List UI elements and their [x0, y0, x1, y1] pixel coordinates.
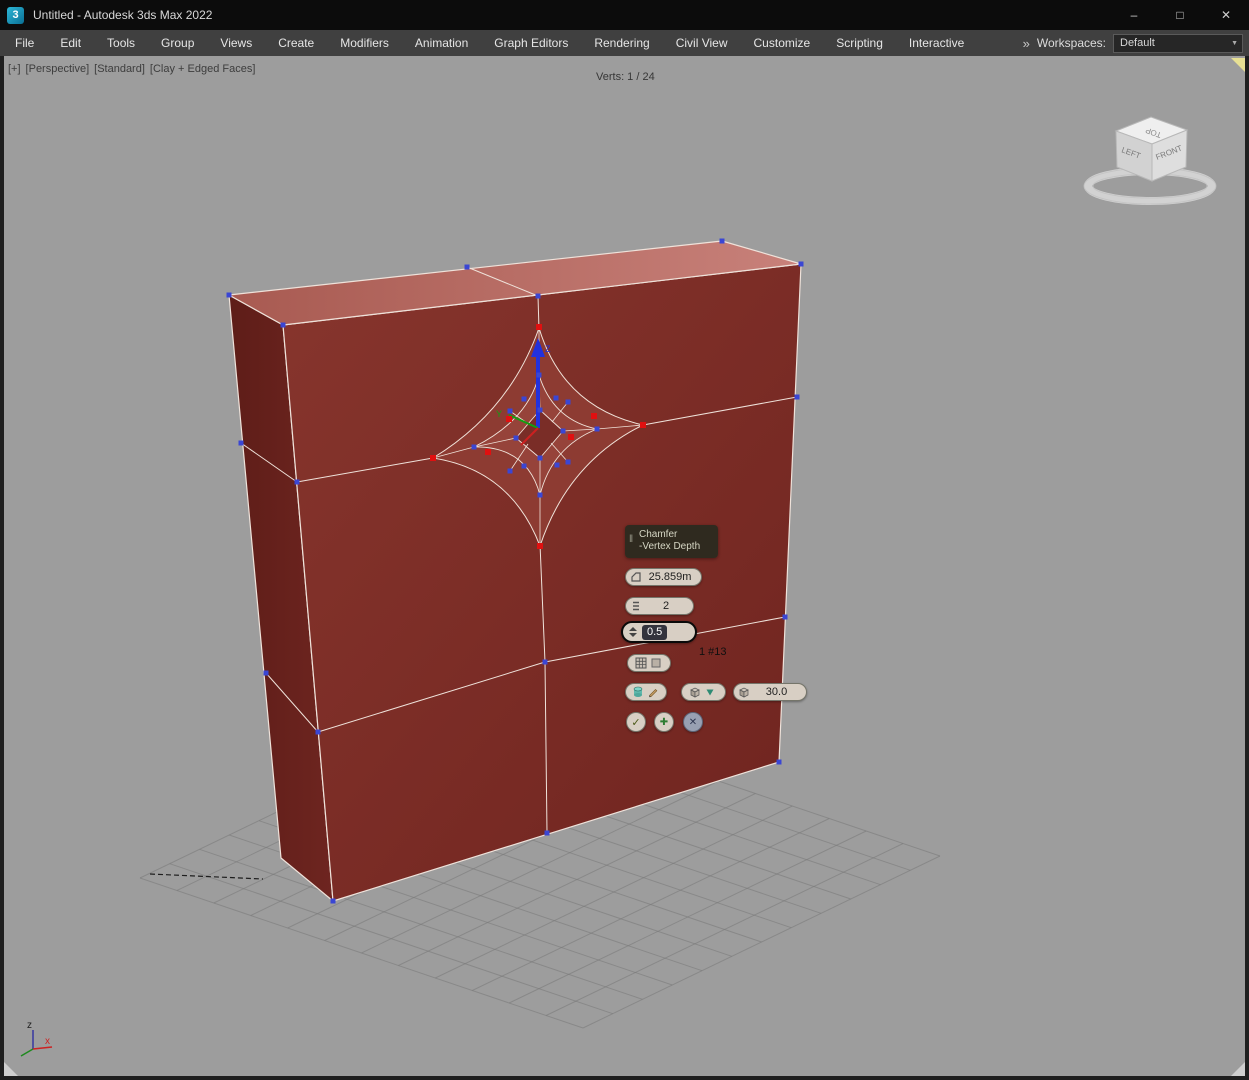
- menu-item[interactable]: Group: [148, 30, 207, 56]
- tripod-x-label: x: [45, 1036, 50, 1047]
- tension-cube-icon: [739, 687, 749, 698]
- scene-canvas[interactable]: Z Y TOP FRONT LEFT z x: [4, 56, 1245, 1076]
- square-icon: [651, 658, 660, 668]
- caddy-title: Chamfer: [639, 529, 678, 540]
- caddy-grip-icon[interactable]: ‖: [629, 534, 633, 546]
- toolbar-overflow-icon[interactable]: »: [1023, 36, 1030, 51]
- chamfer-smoothing-field[interactable]: [627, 654, 671, 672]
- viewport-label-part[interactable]: [+]: [8, 63, 21, 75]
- menu-item[interactable]: Tools: [94, 30, 148, 56]
- app-window: 3 Untitled - Autodesk 3ds Max 2022 – □ ✕…: [0, 0, 1249, 1080]
- chamfer-tension-field[interactable]: 30.0: [733, 683, 807, 701]
- menu-item[interactable]: Customize: [741, 30, 824, 56]
- window-title: Untitled - Autodesk 3ds Max 2022: [33, 8, 213, 22]
- pencil-icon: [648, 689, 657, 698]
- caddy-subtitle: -Vertex Depth: [639, 541, 701, 552]
- viewport-label-part[interactable]: [Perspective]: [26, 63, 90, 75]
- app-logo-icon[interactable]: 3: [7, 6, 24, 24]
- cube-icon: [690, 687, 700, 698]
- open-chamfer-toggle[interactable]: [625, 683, 667, 701]
- gizmo-y-label: Y: [496, 409, 502, 419]
- gizmo-z-label: Z: [545, 344, 551, 354]
- chamfer-depth-field[interactable]: 0.5: [621, 621, 697, 643]
- chamfer-amount-value: 25.859m: [648, 571, 692, 583]
- viewport-label: [+] [Perspective] [Standard] [Clay + Edged …: [8, 63, 255, 75]
- menu-item[interactable]: Animation: [402, 30, 481, 56]
- menu-item[interactable]: Create: [265, 30, 327, 56]
- menu-item[interactable]: Views: [207, 30, 265, 56]
- caddy-tooltip: ‖ Chamfer -Vertex Depth: [625, 525, 718, 558]
- menu-bar: File Edit Tools Group Views Create Modifiers An…: [0, 30, 1249, 56]
- segments-icon: [633, 601, 639, 611]
- chamfer-segments-value: 2: [662, 600, 670, 612]
- workspace-value: Default: [1120, 37, 1155, 49]
- arrow-down-icon: [706, 689, 714, 696]
- menu-items: File Edit Tools Group Views Create Modifiers An…: [0, 30, 977, 56]
- caddy-cancel-button[interactable]: ✕: [683, 712, 703, 732]
- chamfer-segments-field[interactable]: 2: [625, 597, 694, 615]
- chamfer-direction-toggle[interactable]: [681, 683, 726, 701]
- tripod-z-label: z: [27, 1020, 32, 1031]
- viewport-label-part[interactable]: [Clay + Edged Faces]: [150, 63, 255, 75]
- menu-item[interactable]: Scripting: [823, 30, 896, 56]
- menu-item[interactable]: Edit: [47, 30, 94, 56]
- cylinder-icon: [633, 686, 642, 697]
- workspaces-label: Workspaces:: [1036, 36, 1106, 50]
- chamfer-depth-value[interactable]: 0.5: [642, 624, 668, 640]
- workspace-dropdown[interactable]: Default ▼: [1113, 33, 1243, 53]
- maximize-button[interactable]: □: [1157, 0, 1203, 30]
- menu-item[interactable]: Modifiers: [327, 30, 402, 56]
- menu-item[interactable]: Civil View: [663, 30, 741, 56]
- menu-item[interactable]: Graph Editors: [481, 30, 581, 56]
- viewport[interactable]: Z Y TOP FRONT LEFT z x [+] [Perspective]…: [4, 56, 1245, 1076]
- caddy-apply-button[interactable]: ✚: [654, 712, 674, 732]
- dropdown-arrow-icon: ▼: [1231, 39, 1238, 47]
- close-button[interactable]: ✕: [1203, 0, 1249, 30]
- minimize-button[interactable]: –: [1111, 0, 1157, 30]
- chamfer-amount-field[interactable]: 25.859m: [625, 568, 702, 586]
- grid-icon: [635, 657, 646, 669]
- menu-item[interactable]: Interactive: [896, 30, 977, 56]
- viewport-stats: Verts: 1 / 24: [596, 71, 655, 83]
- window-controls: – □ ✕: [1111, 0, 1249, 30]
- menu-item[interactable]: File: [2, 30, 47, 56]
- chamfer-tension-value: 30.0: [765, 686, 788, 698]
- spinner-arrows-icon[interactable]: [627, 626, 639, 638]
- caddy-ok-button[interactable]: ✓: [626, 712, 646, 732]
- titlebar: 3 Untitled - Autodesk 3ds Max 2022 – □ ✕: [0, 0, 1249, 30]
- menubar-right: » Workspaces: Default ▼: [1023, 33, 1249, 53]
- viewport-label-part[interactable]: [Standard]: [94, 63, 145, 75]
- selection-count-label: 1 #13: [699, 646, 727, 658]
- chamfer-amount-icon: [631, 572, 641, 582]
- menu-item[interactable]: Rendering: [581, 30, 662, 56]
